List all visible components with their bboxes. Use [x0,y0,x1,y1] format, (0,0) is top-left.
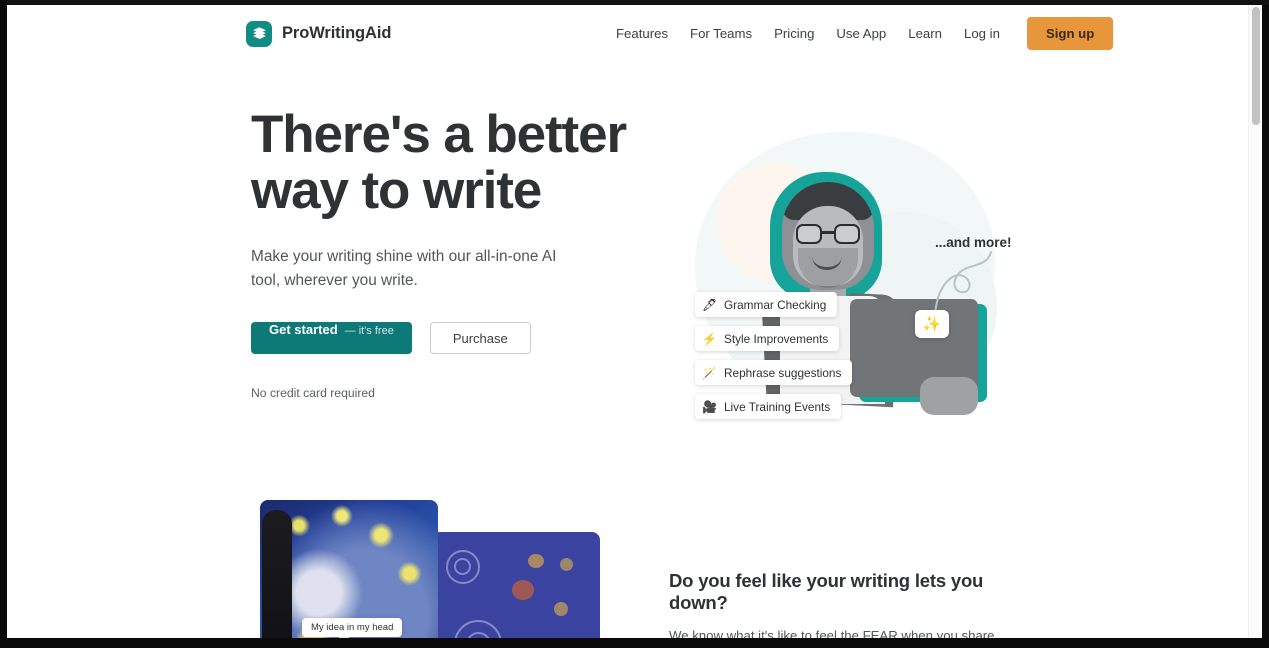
hero-section: There's a better way to write Make your … [7,62,1248,482]
feature-pill-rephrase-suggestions: 🪄 Rephrase suggestions [695,360,853,385]
site-header: ProWritingAid Features For Teams Pricing… [7,5,1248,62]
brand-wordmark: ProWritingAid [282,24,392,42]
feature-pill-list: 🖋 Grammar Checking ⚡ Style Improvements … [695,292,853,419]
hero-cta-row: Get started — it's free Purchase [251,322,631,355]
movie-camera-icon: 🎥 [702,399,717,414]
value-prop-heading: Do you feel like your writing lets you d… [669,570,984,613]
sketch-blob [560,558,573,571]
sketch-blob [528,554,544,568]
sketch-blob [512,580,534,600]
value-prop-copy-block: Do you feel like your writing lets you d… [669,570,1019,638]
hero-headline-line-1: There's a better [251,105,627,164]
value-prop-body: We know what it's like to feel the FEAR … [669,628,995,638]
scrollbar-thumb[interactable] [1252,7,1260,125]
nav-link-log-in[interactable]: Log in [953,20,1011,47]
vertical-scrollbar[interactable] [1248,5,1262,638]
feature-pill-live-training-events: 🎥 Live Training Events [695,394,842,419]
feature-pill-label: Grammar Checking [724,297,827,312]
brand-logo-link[interactable]: ProWritingAid [246,20,392,47]
magic-wand-icon: 🪄 [702,365,717,380]
painting-cypress-tree [262,510,292,638]
feature-pill-grammar-checking: 🖋 Grammar Checking [695,292,838,317]
value-prop-section: My idea in my head Do you feel like your… [7,482,1248,638]
hero-copy-block: There's a better way to write Make your … [251,105,631,401]
glasses-bridge [822,231,834,234]
get-started-subtext: — it's free [344,325,394,338]
page-viewport: ProWritingAid Features For Teams Pricing… [7,5,1262,638]
main-nav: Features For Teams Pricing Use App Learn… [605,17,1114,50]
sparkle-badge-icon: ✨ [915,310,949,338]
hero-illustration: ...and more! ✨ 🖋 Grammar Checking ⚡ Styl… [667,102,1027,442]
window-bottom-edge [0,638,1269,648]
feature-pill-label: Live Training Events [724,399,831,414]
hero-headline: There's a better way to write [251,105,631,221]
nav-link-for-teams[interactable]: For Teams [679,20,763,47]
glasses-lens-left [796,224,822,244]
nav-link-learn[interactable]: Learn [897,20,953,47]
feature-pill-style-improvements: ⚡ Style Improvements [695,326,840,351]
nav-link-features[interactable]: Features [605,20,679,47]
feature-pill-label: Rephrase suggestions [724,365,842,380]
window-left-edge [0,0,7,648]
get-started-button[interactable]: Get started — it's free [251,322,412,355]
get-started-label: Get started [269,322,338,338]
and-more-label: ...and more! [935,235,1012,250]
browser-window-frame: ProWritingAid Features For Teams Pricing… [0,0,1269,648]
artwork-comparison: My idea in my head [252,500,602,638]
book-pages-icon [246,20,272,47]
artwork-caption: My idea in my head [302,618,403,637]
feature-pill-label: Style Improvements [724,331,829,346]
lightning-bolt-icon: ⚡ [702,331,717,346]
sketch-blob [554,602,568,616]
glasses-icon [796,224,860,244]
person-head [782,182,874,290]
sign-up-button[interactable]: Sign up [1026,17,1114,50]
no-credit-card-disclaimer: No credit card required [251,386,375,401]
purchase-button[interactable]: Purchase [429,322,531,355]
nav-link-pricing[interactable]: Pricing [763,20,825,47]
hero-subheadline: Make your writing shine with our all-in-… [251,248,557,290]
artwork-sketch-card [432,532,600,638]
person-hand [920,377,978,415]
fountain-pen-icon: 🖋 [702,297,718,312]
hero-headline-line-2: way to write [251,161,542,221]
sketch-swirl [454,558,471,575]
nav-link-use-app[interactable]: Use App [825,20,897,47]
glasses-lens-right [834,224,860,244]
